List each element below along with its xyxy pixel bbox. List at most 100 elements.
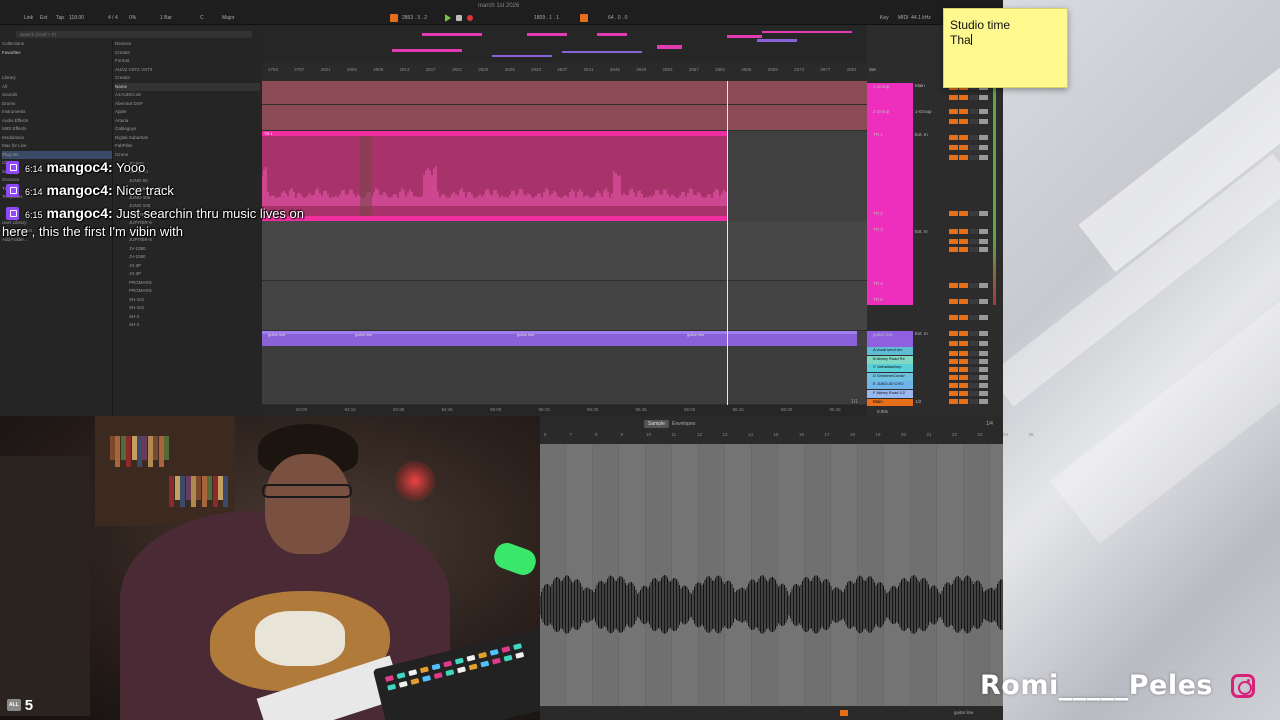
creator-filter[interactable]: Creator xyxy=(115,49,260,58)
preset-item[interactable]: JX-3P xyxy=(115,270,260,279)
guitar-track-header[interactable]: guitar line xyxy=(867,331,913,347)
arrangement-overview[interactable] xyxy=(262,25,867,63)
tempo-field[interactable]: 118.00 xyxy=(69,15,84,21)
track-header[interactable]: 1 Group xyxy=(867,83,913,107)
vendor-folder[interactable]: A1AUDIO.de xyxy=(115,91,260,100)
mixer-controls[interactable] xyxy=(949,399,999,405)
clip-color-chip[interactable] xyxy=(840,710,848,716)
mixer-controls[interactable] xyxy=(949,341,999,347)
track-lane[interactable] xyxy=(262,105,867,131)
library-item[interactable]: All xyxy=(2,83,112,92)
mixer-controls[interactable] xyxy=(949,315,999,321)
midi-map-button[interactable]: MIDI xyxy=(898,15,909,21)
vendor-folder[interactable]: Apple xyxy=(115,108,260,117)
format-filter[interactable]: Format xyxy=(115,57,260,66)
mixer-controls[interactable] xyxy=(949,211,999,217)
loop-start-field[interactable]: 1809 . 1 . 1 xyxy=(534,15,559,21)
return-track-header[interactable]: C Valhallashimp xyxy=(867,364,913,372)
song-position[interactable]: 2863 . 3 . 2 xyxy=(402,15,427,21)
set-button[interactable]: Set xyxy=(869,67,876,72)
mixer-controls[interactable] xyxy=(949,247,999,253)
mixer-controls[interactable] xyxy=(949,155,999,161)
browser-search-input[interactable]: Search (Cmd + F) xyxy=(16,31,252,38)
input-routing[interactable]: Ext. In xyxy=(915,229,928,234)
library-item[interactable]: Max for Live xyxy=(2,142,112,151)
format-tag[interactable]: VST2 xyxy=(129,67,140,72)
track-lane[interactable] xyxy=(262,81,867,105)
tab-sample[interactable]: Sample xyxy=(644,420,669,428)
input-routing[interactable]: Ext. In xyxy=(915,331,928,336)
library-item[interactable]: Audio Effects xyxy=(2,117,112,126)
mixer-controls[interactable] xyxy=(949,299,999,305)
track-headers[interactable]: 2 Group TR 1 TR 2 TR 3 TR 4 TR 5 xyxy=(867,107,913,305)
mixer-controls[interactable] xyxy=(949,145,999,151)
preset-item[interactable]: JX-3P xyxy=(115,262,260,271)
return-track-header[interactable]: B Abbey Road Re xyxy=(867,355,913,364)
preset-item[interactable]: PROMARS xyxy=(115,287,260,296)
mixer-controls[interactable] xyxy=(949,135,999,141)
time-ruler[interactable]: 94:00 94:15 94:30 94:45 95:00 95:15 95:30 95:45… xyxy=(262,405,867,416)
favorites-item[interactable]: Favorites xyxy=(2,49,112,58)
vendor-folder[interactable]: Digital Suburban xyxy=(115,134,260,143)
playhead[interactable] xyxy=(727,81,728,405)
library-item[interactable]: Sounds xyxy=(2,91,112,100)
mixer-controls[interactable] xyxy=(949,95,999,101)
time-signature-field[interactable]: 4 / 4 xyxy=(108,15,118,21)
record-button[interactable] xyxy=(467,15,473,21)
preset-item[interactable]: SH-2 xyxy=(115,313,260,322)
track-lane[interactable] xyxy=(262,221,867,281)
main-routing[interactable]: 1/2 xyxy=(915,399,921,404)
follow-button[interactable] xyxy=(390,14,398,22)
mixer-controls[interactable] xyxy=(949,351,999,357)
play-button[interactable] xyxy=(445,14,451,22)
key-select[interactable]: C xyxy=(200,15,204,21)
loop-length-field[interactable]: 64 . 0 . 0 xyxy=(608,15,627,21)
key-map-button[interactable]: Key xyxy=(880,15,889,21)
return-track-header[interactable]: F Abbey Road 1/2 xyxy=(867,389,913,398)
devices-filter[interactable]: Devices xyxy=(115,40,260,49)
sticky-note-line[interactable]: Studio time xyxy=(950,18,1061,33)
quantize-select[interactable]: 1 Bar xyxy=(160,15,172,21)
tab-envelopes[interactable]: Envelopes xyxy=(668,420,699,428)
library-item[interactable]: Instruments xyxy=(2,108,112,117)
scale-select[interactable]: Major xyxy=(222,15,235,21)
preset-item[interactable]: PROMARS xyxy=(115,279,260,288)
preset-item[interactable]: SH-2 xyxy=(115,321,260,330)
mixer-controls[interactable] xyxy=(949,109,999,115)
mixer-controls[interactable] xyxy=(949,359,999,365)
vendor-folder[interactable]: Ozone xyxy=(115,151,260,160)
library-item[interactable]: MIDI Effects xyxy=(2,125,112,134)
sample-editor[interactable] xyxy=(540,444,1003,706)
library-item[interactable]: Modulators xyxy=(2,134,112,143)
mixer-controls[interactable] xyxy=(949,391,999,397)
link-button[interactable]: Link xyxy=(24,15,33,21)
group-routing[interactable]: 1-Group xyxy=(915,109,932,114)
stop-button[interactable] xyxy=(456,15,462,21)
mixer-controls[interactable] xyxy=(949,367,999,373)
guitar-line-clip[interactable]: guitar line guitar line guitar line guit… xyxy=(262,331,857,346)
return-track-header[interactable]: A vocal send rev xyxy=(867,347,913,355)
mixer-controls[interactable] xyxy=(949,229,999,235)
sticky-note[interactable]: Studio time Tha xyxy=(943,8,1068,88)
format-tag[interactable]: VST3 xyxy=(141,67,152,72)
library-item[interactable]: Drums xyxy=(2,100,112,109)
track-lane[interactable] xyxy=(262,281,867,331)
vendor-folder[interactable]: Arturia xyxy=(115,117,260,126)
mixer-controls[interactable] xyxy=(949,375,999,381)
return-track-header[interactable]: D ShimmerConstr xyxy=(867,372,913,381)
preset-item[interactable]: JV-1080 xyxy=(115,253,260,262)
mixer-controls[interactable] xyxy=(949,239,999,245)
mixer-controls[interactable] xyxy=(949,119,999,125)
preset-item[interactable]: JV-1080 xyxy=(115,245,260,254)
vendor-folder[interactable]: FabFilter xyxy=(115,142,260,151)
mixer-controls[interactable] xyxy=(949,331,999,337)
main-track-header[interactable]: Main xyxy=(867,399,913,406)
format-tag[interactable]: AU/v2 xyxy=(115,67,127,72)
return-lanes[interactable] xyxy=(262,346,867,405)
ext-sync-button[interactable]: Ext xyxy=(40,15,47,21)
vendor-folder[interactable]: Cableguys xyxy=(115,125,260,134)
library-item[interactable]: Plug-Ins xyxy=(2,150,112,159)
preset-item[interactable]: SH-101 xyxy=(115,296,260,305)
preset-item[interactable]: SH-101 xyxy=(115,304,260,313)
sticky-note-line[interactable]: Tha xyxy=(950,33,971,47)
